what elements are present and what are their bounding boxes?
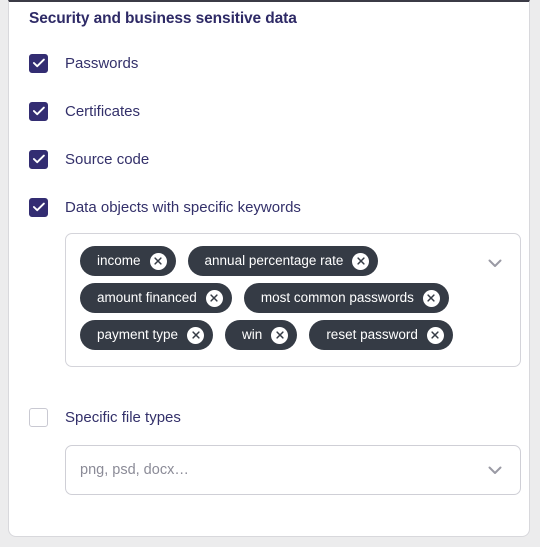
keyword-tag-box[interactable]: income annual percentage rate amount fin…: [65, 233, 521, 367]
checkbox-label-passwords: Passwords: [65, 54, 139, 72]
checkbox-row-passwords[interactable]: Passwords: [29, 52, 138, 74]
keyword-tag[interactable]: most common passwords: [243, 283, 449, 313]
keyword-tag[interactable]: payment type: [80, 320, 214, 350]
checkbox-specific-file-types[interactable]: [29, 407, 48, 427]
close-circle-icon[interactable]: [426, 326, 444, 344]
checkbox-label-certificates: Certificates: [65, 102, 141, 120]
close-circle-icon[interactable]: [352, 252, 370, 270]
keyword-tag[interactable]: win: [225, 320, 298, 350]
file-types-placeholder: png, psd, docx…: [80, 462, 189, 478]
checkbox-row-data-objects-keywords[interactable]: Data objects with specific keywords: [29, 196, 301, 218]
close-circle-icon[interactable]: [271, 326, 289, 344]
chevron-down-icon[interactable]: [484, 252, 506, 274]
chevron-down-icon[interactable]: [484, 459, 506, 481]
checkbox-label-specific-file-types: Specific file types: [65, 408, 181, 426]
checkbox-label-source-code: Source code: [65, 150, 150, 168]
close-circle-icon[interactable]: [149, 252, 167, 270]
keyword-tag-row: amount financed most common passwords: [80, 283, 476, 313]
checkbox-row-source-code[interactable]: Source code: [29, 148, 149, 170]
checkbox-label-data-objects-keywords: Data objects with specific keywords: [65, 198, 301, 216]
close-circle-icon[interactable]: [205, 289, 223, 307]
settings-card: Security and business sensitive data Pas…: [8, 0, 530, 537]
checkbox-source-code[interactable]: [29, 149, 48, 169]
close-circle-icon[interactable]: [422, 289, 440, 307]
close-circle-icon[interactable]: [187, 326, 205, 344]
keyword-tag-row: payment type win reset password: [80, 320, 476, 350]
panel-title: Security and business sensitive data: [29, 10, 297, 27]
keyword-tag-row: income annual percentage rate: [80, 246, 476, 276]
checkbox-row-specific-file-types[interactable]: Specific file types: [29, 406, 181, 428]
keyword-tag-list: income annual percentage rate amount fin…: [80, 246, 476, 357]
keyword-tag[interactable]: income: [80, 246, 176, 276]
checkbox-certificates[interactable]: [29, 101, 48, 121]
file-types-select[interactable]: png, psd, docx…: [65, 445, 521, 495]
keyword-tag[interactable]: annual percentage rate: [187, 246, 379, 276]
keyword-tag[interactable]: reset password: [309, 320, 453, 350]
checkbox-passwords[interactable]: [29, 53, 48, 73]
keyword-tag[interactable]: amount financed: [80, 283, 232, 313]
checkbox-row-certificates[interactable]: Certificates: [29, 100, 140, 122]
checkbox-data-objects-keywords[interactable]: [29, 197, 48, 217]
